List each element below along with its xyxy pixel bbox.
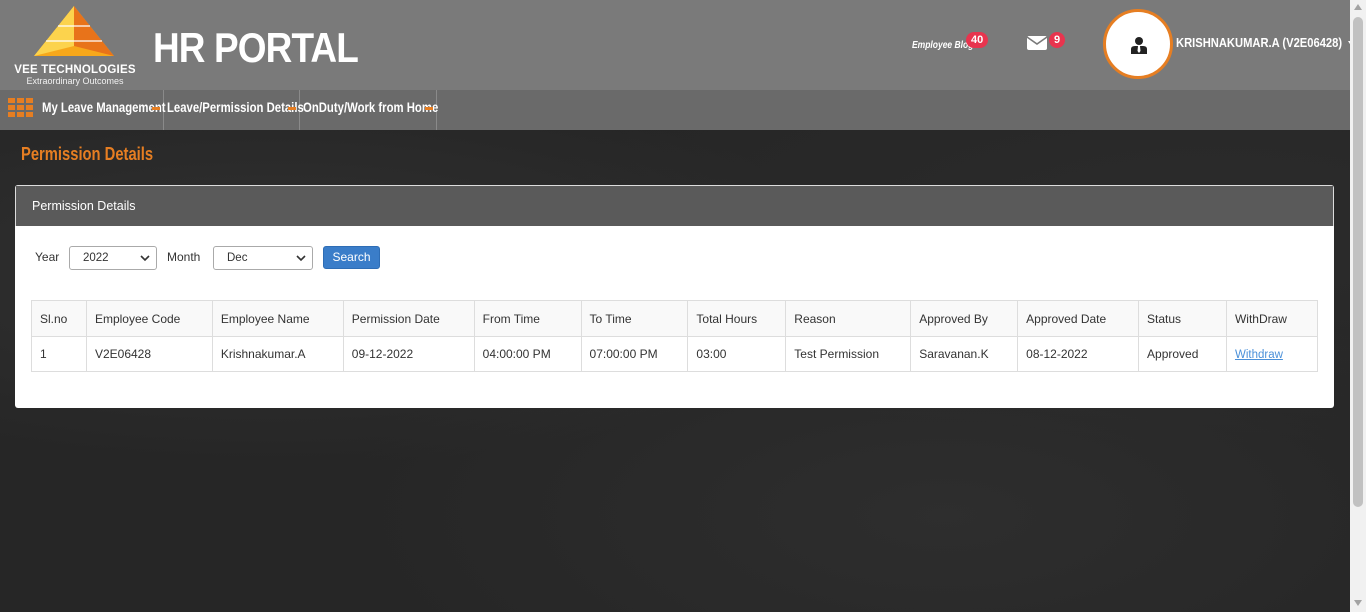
cell-employee-name: Krishnakumar.A (211, 336, 344, 372)
table-row: 1 V2E06428 Krishnakumar.A 09-12-2022 04:… (31, 336, 1319, 372)
column-header: Approved By (910, 300, 1019, 337)
header: VEE TECHNOLOGIES Extraordinary Outcomes … (0, 0, 1356, 90)
column-header: Sl.no (31, 300, 87, 337)
company-logo[interactable]: VEE TECHNOLOGIES Extraordinary Outcomes (6, 6, 144, 86)
column-header: WithDraw (1225, 300, 1319, 337)
cell-status: Approved (1138, 336, 1227, 372)
mail-count-badge: 9 (1049, 32, 1066, 48)
nav-leave-permission-details[interactable]: Leave/Permission Details (164, 90, 304, 130)
column-header: Employee Code (85, 300, 213, 337)
nav-dropdown-indicator (425, 107, 433, 110)
permission-details-panel: Permission Details Year 2022 Month Dec S… (15, 185, 1334, 408)
cell-approved-date: 08-12-2022 (1017, 336, 1140, 372)
panel-title: Permission Details (15, 185, 1334, 226)
year-select-value: 2022 (83, 252, 109, 264)
chevron-down-icon (140, 255, 150, 262)
cell-slno: 1 (31, 336, 87, 372)
month-label: Month (167, 250, 201, 264)
cell-employee-code: V2E06428 (85, 336, 213, 372)
main-nav: My Leave Management Leave/Permission Det… (0, 90, 1350, 130)
search-button[interactable]: Search (323, 246, 380, 269)
column-header: From Time (473, 300, 582, 337)
nav-item-label: OnDuty/Work from Home (303, 100, 439, 115)
year-label: Year (35, 250, 60, 264)
nav-onduty-work-from-home[interactable]: OnDuty/Work from Home (300, 90, 439, 130)
portal-title: HR PORTAL (153, 24, 359, 71)
cell-approved-by: Saravanan.K (910, 336, 1019, 372)
company-tagline: Extraordinary Outcomes (26, 76, 124, 86)
column-header: Employee Name (211, 300, 344, 337)
user-menu[interactable]: KRISHNAKUMAR.A (V2E06428) (1176, 35, 1356, 50)
column-header: Approved Date (1017, 300, 1140, 337)
cell-to-time: 07:00:00 PM (580, 336, 689, 372)
scrollbar-thumb[interactable] (1353, 17, 1363, 507)
employee-blog-link[interactable]: Employee Blog (912, 40, 973, 51)
cell-withdraw: Withdraw (1225, 336, 1319, 372)
apps-grid-icon[interactable] (8, 98, 34, 123)
nav-my-leave-management[interactable]: My Leave Management (39, 90, 166, 130)
page-title: Permission Details (21, 144, 154, 164)
company-name: VEE TECHNOLOGIES (14, 64, 136, 76)
nav-item-label: My Leave Management (42, 100, 166, 115)
column-header: To Time (580, 300, 689, 337)
scroll-down-icon[interactable] (1354, 600, 1362, 606)
table-header-row: Sl.no Employee Code Employee Name Permis… (31, 300, 1319, 337)
page-scrollbar[interactable] (1350, 0, 1366, 612)
column-header: Reason (785, 300, 912, 337)
chevron-down-icon (296, 255, 306, 262)
blog-count-badge: 40 (966, 32, 989, 48)
cell-from-time: 04:00:00 PM (473, 336, 582, 372)
cell-permission-date: 09-12-2022 (342, 336, 475, 372)
mail-icon[interactable] (1026, 35, 1048, 56)
pyramid-logo-icon (34, 6, 114, 56)
cell-total-hours: 03:00 (687, 336, 787, 372)
column-header: Permission Date (342, 300, 475, 337)
cell-reason: Test Permission (785, 336, 912, 372)
nav-dropdown-indicator (288, 107, 296, 110)
scroll-up-icon[interactable] (1354, 4, 1362, 10)
user-name: KRISHNAKUMAR.A (V2E06428) (1176, 35, 1343, 50)
year-select[interactable]: 2022 (69, 246, 157, 270)
user-icon (1131, 37, 1147, 54)
column-header: Total Hours (687, 300, 787, 337)
withdraw-link[interactable]: Withdraw (1235, 349, 1283, 361)
column-header: Status (1138, 300, 1227, 337)
permission-table: Sl.no Employee Code Employee Name Permis… (31, 300, 1319, 372)
nav-item-label: Leave/Permission Details (167, 100, 304, 115)
month-select[interactable]: Dec (213, 246, 313, 270)
month-select-value: Dec (227, 252, 248, 264)
nav-dropdown-indicator (152, 107, 160, 110)
avatar[interactable] (1103, 9, 1173, 79)
